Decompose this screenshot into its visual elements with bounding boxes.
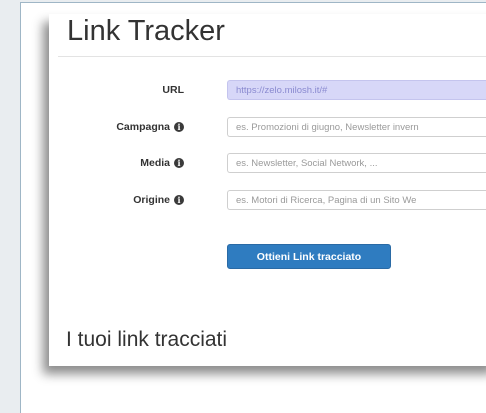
origine-label: Origine i bbox=[133, 190, 184, 210]
campagna-label: Campagna i bbox=[116, 117, 184, 137]
url-label-text: URL bbox=[162, 84, 184, 96]
media-label-text: Media bbox=[140, 157, 170, 169]
get-tracked-link-button[interactable]: Ottieni Link tracciato bbox=[227, 244, 391, 269]
tracked-links-heading: I tuoi link tracciati bbox=[66, 328, 228, 351]
page-title: Link Tracker bbox=[67, 15, 225, 47]
info-icon[interactable]: i bbox=[174, 122, 184, 132]
info-icon[interactable]: i bbox=[174, 195, 184, 205]
origine-input[interactable] bbox=[227, 190, 486, 210]
url-input[interactable] bbox=[227, 80, 486, 100]
title-divider bbox=[58, 56, 486, 57]
media-input[interactable] bbox=[227, 153, 486, 173]
media-label: Media i bbox=[140, 153, 184, 173]
origine-label-text: Origine bbox=[133, 194, 170, 206]
campagna-input[interactable] bbox=[227, 117, 486, 137]
campagna-label-text: Campagna bbox=[116, 121, 170, 133]
info-icon[interactable]: i bbox=[174, 158, 184, 168]
url-label: URL bbox=[162, 80, 184, 100]
